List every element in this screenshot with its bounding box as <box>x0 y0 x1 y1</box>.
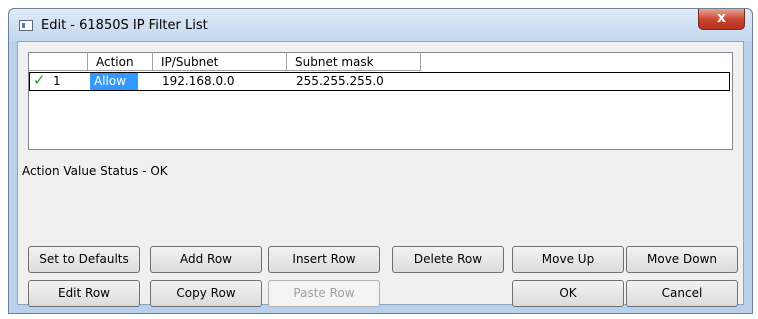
status-text: Action Value Status - OK <box>22 164 168 178</box>
row-index-cell: ✓ 1 <box>30 71 88 90</box>
action-cell[interactable]: Allow <box>90 73 138 90</box>
delete-row-button[interactable]: Delete Row <box>392 246 504 273</box>
title-bar[interactable]: Edit - 61850S IP Filter List x <box>9 9 752 41</box>
ip-subnet-cell[interactable]: 192.168.0.0 <box>156 73 235 90</box>
insert-row-button[interactable]: Insert Row <box>268 246 380 273</box>
add-row-button[interactable]: Add Row <box>150 246 262 273</box>
subnet-mask-cell[interactable]: 255.255.255.0 <box>290 73 384 90</box>
move-up-button[interactable]: Move Up <box>512 246 624 273</box>
dialog-window: Edit - 61850S IP Filter List x Action IP… <box>8 8 753 314</box>
grid-header: Action IP/Subnet Subnet mask <box>29 53 732 72</box>
ip-filter-grid[interactable]: Action IP/Subnet Subnet mask ✓ 1 Allow 1… <box>28 52 733 150</box>
column-header-subnet-mask[interactable]: Subnet mask <box>287 53 421 71</box>
column-header-index[interactable] <box>29 53 88 71</box>
column-header-action[interactable]: Action <box>88 53 153 71</box>
ok-button[interactable]: OK <box>512 280 624 307</box>
edit-row-button[interactable]: Edit Row <box>28 280 140 307</box>
column-header-ip-subnet[interactable]: IP/Subnet <box>153 53 287 71</box>
checkmark-icon: ✓ <box>33 71 46 89</box>
close-button[interactable]: x <box>698 9 745 30</box>
paste-row-button[interactable]: Paste Row <box>268 280 380 307</box>
copy-row-button[interactable]: Copy Row <box>150 280 262 307</box>
table-row[interactable]: ✓ 1 Allow 192.168.0.0 255.255.255.0 <box>29 72 730 91</box>
window-title: Edit - 61850S IP Filter List <box>41 18 208 33</box>
dialog-client: Action IP/Subnet Subnet mask ✓ 1 Allow 1… <box>17 41 744 307</box>
move-down-button[interactable]: Move Down <box>626 246 738 273</box>
set-to-defaults-button[interactable]: Set to Defaults <box>28 246 140 273</box>
cancel-button[interactable]: Cancel <box>626 280 738 307</box>
row-number: 1 <box>53 74 61 88</box>
window-icon <box>19 20 33 31</box>
